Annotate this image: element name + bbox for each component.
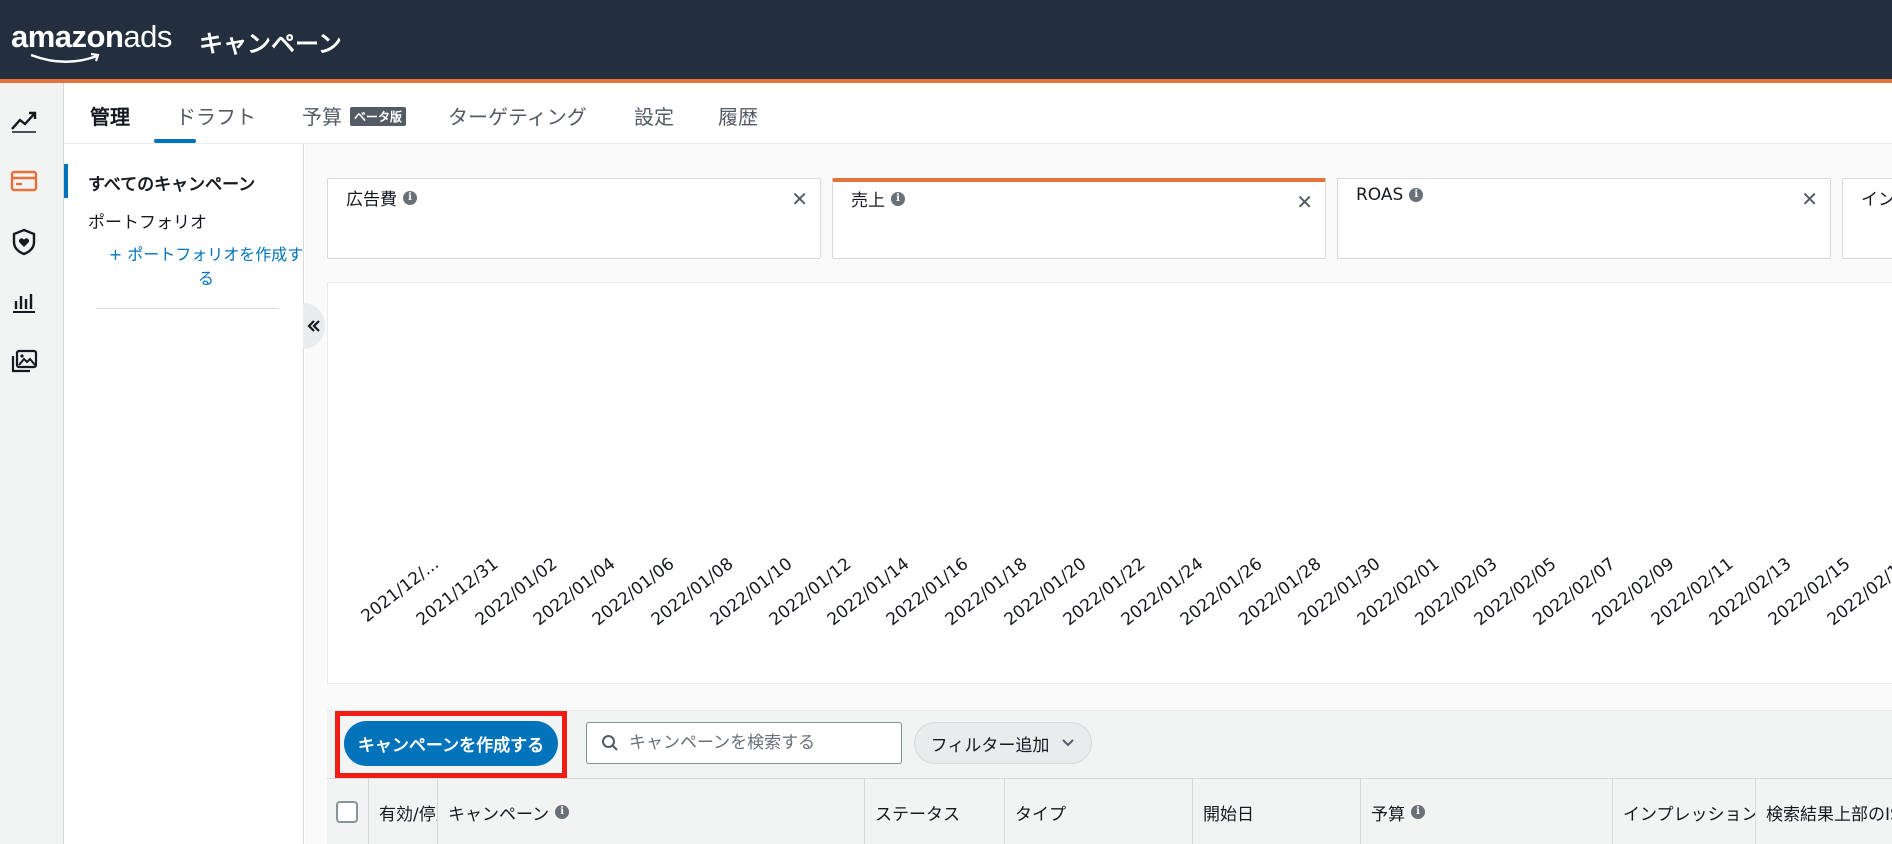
- double-chevron-left-icon: [307, 320, 320, 332]
- campaign-table-header: 有効/停止 キャンペーン i ステータス タイプ 開始日 予算 i インプレッション…: [327, 778, 1892, 844]
- metric-card-sales[interactable]: 売上 i ✕: [832, 178, 1326, 259]
- rail-item-brand-safety[interactable]: [8, 226, 40, 258]
- metric-label: イン: [1861, 190, 1892, 210]
- all-campaigns-link[interactable]: すべてのキャンペーン: [88, 170, 255, 195]
- chevron-down-icon: [1062, 739, 1075, 747]
- close-icon[interactable]: ✕: [791, 187, 808, 211]
- info-icon[interactable]: i: [1409, 188, 1424, 202]
- col-top-of-search-label: 検索結果上部のIS: [1766, 804, 1892, 825]
- col-start-date[interactable]: 開始日: [1193, 779, 1361, 844]
- create-portfolio-link[interactable]: + ポートフォリオを作成する: [106, 243, 306, 291]
- col-budget[interactable]: 予算 i: [1361, 779, 1613, 844]
- top-header: amazonads キャンペーン: [0, 0, 1892, 79]
- logo-suffix-text: ads: [123, 19, 172, 54]
- logo-main-text: amazon: [11, 19, 124, 54]
- logo-smile-icon: [30, 52, 100, 63]
- campaign-card-icon: [10, 170, 38, 192]
- select-all-cell: [327, 779, 369, 844]
- metric-card-roas[interactable]: ROAS i ✕: [1337, 178, 1831, 259]
- bar-chart-icon: [13, 294, 35, 313]
- select-all-checkbox[interactable]: [336, 801, 358, 823]
- portfolio-heading: ポートフォリオ: [88, 213, 207, 233]
- col-impressions[interactable]: インプレッション: [1613, 779, 1756, 844]
- tab-budgets-label: 予算: [302, 105, 342, 129]
- active-tab-indicator: [154, 139, 196, 143]
- metric-card-impressions[interactable]: イン: [1842, 178, 1892, 259]
- col-enabled[interactable]: 有効/停止: [369, 779, 438, 844]
- metric-label: 広告費: [346, 190, 397, 210]
- metric-label: ROAS: [1356, 185, 1404, 205]
- col-budget-label: 予算: [1371, 804, 1405, 825]
- close-icon[interactable]: ✕: [1296, 190, 1313, 214]
- tab-drafts[interactable]: ドラフト: [176, 101, 256, 130]
- campaign-search[interactable]: [586, 722, 902, 764]
- add-filter-button[interactable]: フィルター追加: [914, 722, 1092, 764]
- portfolio-panel: すべてのキャンペーン ポートフォリオ + ポートフォリオを作成する: [64, 144, 304, 844]
- page-title: キャンペーン: [199, 30, 342, 58]
- portfolio-divider: [96, 308, 278, 309]
- create-campaign-button[interactable]: キャンペーンを作成する: [344, 721, 558, 766]
- tab-history[interactable]: 履歴: [718, 101, 758, 130]
- tab-settings[interactable]: 設定: [634, 101, 674, 130]
- search-input[interactable]: [629, 733, 889, 753]
- col-campaign[interactable]: キャンペーン i: [438, 779, 865, 844]
- amazon-ads-logo[interactable]: amazonads: [11, 19, 172, 66]
- metric-card-spend[interactable]: 広告費 i ✕: [327, 178, 821, 259]
- left-nav-rail: [0, 83, 64, 844]
- info-icon[interactable]: i: [403, 190, 417, 205]
- tab-bar: 管理 ドラフト 予算 ベータ版 ターゲティング 設定 履歴: [64, 83, 1892, 144]
- selected-indicator: [64, 164, 68, 198]
- tab-targeting[interactable]: ターゲティング: [448, 101, 587, 130]
- search-icon: [602, 735, 618, 751]
- info-icon[interactable]: i: [555, 805, 570, 819]
- col-top-of-search-is[interactable]: 検索結果上部のISi: [1756, 779, 1892, 844]
- col-status[interactable]: ステータス: [865, 779, 1005, 844]
- rail-item-campaigns[interactable]: [8, 165, 40, 197]
- close-icon[interactable]: ✕: [1801, 187, 1818, 211]
- metric-label: 売上: [851, 191, 885, 211]
- rail-item-reports[interactable]: [8, 286, 40, 318]
- beta-badge: ベータ版: [350, 107, 407, 126]
- info-icon[interactable]: i: [891, 191, 905, 206]
- col-campaign-label: キャンペーン: [448, 804, 550, 825]
- performance-chart: [327, 282, 1892, 684]
- add-filter-label: フィルター追加: [930, 735, 1050, 756]
- media-library-icon: [11, 349, 38, 373]
- tab-budgets[interactable]: 予算 ベータ版: [302, 101, 407, 130]
- info-icon[interactable]: i: [1411, 805, 1425, 819]
- shield-heart-icon: [12, 228, 36, 256]
- tab-manage[interactable]: 管理: [90, 101, 130, 130]
- trend-chart-icon: [11, 111, 37, 133]
- rail-item-media[interactable]: [8, 346, 40, 378]
- rail-item-performance[interactable]: [8, 105, 40, 137]
- col-type[interactable]: タイプ: [1005, 779, 1193, 844]
